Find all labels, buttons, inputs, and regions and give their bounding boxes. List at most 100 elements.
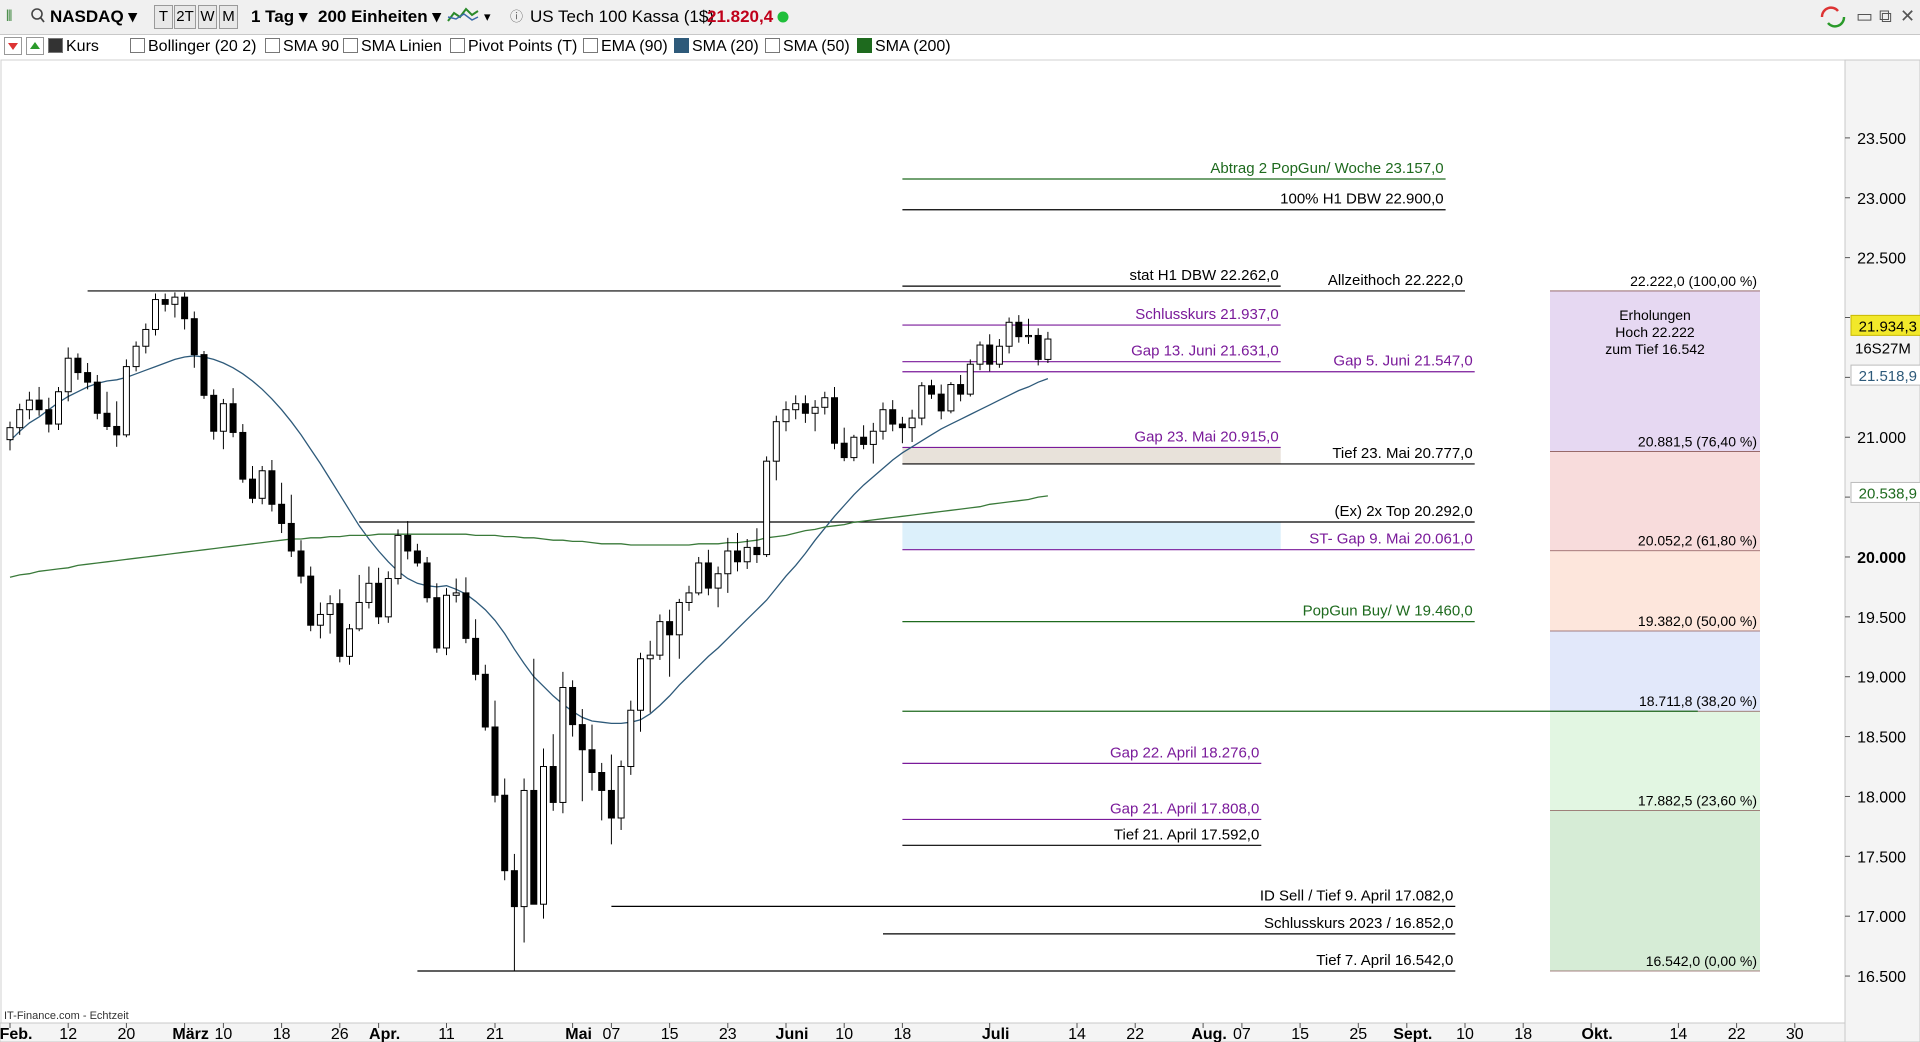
candle-body	[355, 601, 363, 630]
candle-body	[45, 409, 53, 425]
x-tick-label: Okt.	[1582, 1026, 1613, 1042]
candle-body	[656, 621, 664, 656]
candle-body	[763, 460, 771, 556]
x-tick-label: Feb.	[0, 1026, 32, 1042]
candle-body	[627, 709, 635, 768]
y-tick-label: 19.000	[1857, 670, 1906, 687]
candle-body	[365, 582, 373, 603]
fib-level-label: 20.052,2 (61,80 %)	[1638, 533, 1757, 549]
price-zone	[902, 522, 1281, 550]
candle-body	[743, 546, 751, 563]
candle-body	[25, 399, 33, 411]
y-tick-label: 20.000	[1857, 550, 1906, 567]
level-label: Gap 5. Juni 21.547,0	[1333, 353, 1472, 370]
candle-body	[549, 766, 557, 803]
candle-body	[268, 470, 276, 505]
candle-body	[181, 296, 189, 320]
candle-body	[316, 613, 324, 626]
candle-body	[1034, 334, 1042, 360]
x-tick-label: Aug.	[1191, 1026, 1227, 1042]
candle-body	[210, 394, 218, 432]
x-tick-label: 26	[331, 1026, 349, 1042]
candle-body	[617, 766, 625, 819]
x-tick-label: 18	[273, 1026, 291, 1042]
candle-body	[995, 345, 1003, 365]
level-label: Tief 23. Mai 20.777,0	[1332, 445, 1472, 462]
candle-body	[103, 412, 111, 427]
candle-body	[928, 385, 935, 395]
level-label: Gap 22. April 18.276,0	[1110, 744, 1259, 761]
x-tick-label: 18	[1514, 1026, 1532, 1042]
candle-body	[685, 592, 693, 603]
y-tick-label: 21.000	[1857, 430, 1906, 447]
candle-body	[142, 328, 150, 347]
candle-body	[84, 372, 92, 383]
candle-body	[957, 384, 965, 395]
level-label: Schlusskurs 21.937,0	[1135, 306, 1278, 323]
level-label: ST- Gap 9. Mai 20.061,0	[1309, 531, 1472, 548]
candle-body	[452, 592, 460, 596]
candle-body	[413, 550, 421, 564]
candle-body	[297, 550, 305, 577]
level-label: (Ex) 2x Top 20.292,0	[1335, 503, 1473, 520]
candle-body	[462, 592, 470, 639]
level-label: stat H1 DBW 22.262,0	[1129, 267, 1278, 284]
x-tick-label: 15	[661, 1026, 679, 1042]
fib-title: Hoch 22.222	[1615, 324, 1695, 340]
y-tick-label: 16.500	[1857, 969, 1906, 986]
price-zone	[902, 447, 1281, 464]
fib-band	[1550, 810, 1760, 972]
level-label: Allzeithoch 22.222,0	[1328, 272, 1463, 289]
y-tick-label: 22.500	[1857, 251, 1906, 268]
x-tick-label: 14	[1068, 1026, 1086, 1042]
candle-body	[443, 594, 450, 649]
candle-body	[598, 772, 606, 791]
x-tick-label: 15	[1291, 1026, 1309, 1042]
candle-body	[840, 442, 848, 459]
candle-body	[287, 522, 295, 552]
candle-body	[801, 403, 809, 414]
x-tick-label: 07	[603, 1026, 621, 1042]
candle-body	[724, 550, 732, 575]
candle-body	[976, 344, 984, 365]
level-label: PopGun Buy/ W 19.460,0	[1303, 603, 1473, 620]
fib-level-label: 20.881,5 (76,40 %)	[1638, 433, 1757, 449]
x-tick-label: 22	[1728, 1026, 1746, 1042]
candle-body	[908, 417, 916, 429]
candle-body	[734, 550, 741, 563]
x-tick-label: Mai	[565, 1026, 592, 1042]
candle-body	[811, 406, 819, 414]
candle-body	[637, 658, 644, 711]
candle-body	[588, 749, 596, 773]
candle-body	[607, 789, 615, 819]
candle-body	[132, 345, 140, 368]
candle-body	[481, 673, 489, 728]
y-tick-label: 18.500	[1857, 730, 1906, 747]
candle-body	[229, 403, 237, 433]
candle-body	[307, 575, 315, 626]
candle-body	[74, 357, 82, 374]
y-tick-label: 18.000	[1857, 789, 1906, 806]
fib-level-label: 22.222,0 (100,00 %)	[1630, 273, 1757, 289]
candle-body	[491, 726, 499, 796]
candle-body	[472, 637, 480, 675]
x-tick-label: 23	[719, 1026, 737, 1042]
y-tick-label: 17.500	[1857, 849, 1906, 866]
level-label: Tief 21. April 17.592,0	[1114, 826, 1259, 843]
candle-body	[889, 409, 897, 425]
y-tick-label: 23.000	[1857, 191, 1906, 208]
y-tick-label: 19.500	[1857, 610, 1906, 627]
candle-body	[1044, 338, 1052, 360]
x-tick-label: Sept.	[1393, 1026, 1432, 1042]
fib-level-label: 18.711,8 (38,20 %)	[1639, 693, 1757, 709]
candle-body	[1005, 321, 1013, 347]
candle-body	[171, 296, 179, 305]
level-label: Tief 7. April 16.542,0	[1316, 952, 1453, 969]
candle-body	[278, 503, 286, 524]
candle-body	[569, 686, 577, 726]
candle-body	[879, 409, 887, 432]
candle-body	[578, 724, 586, 751]
x-tick-label: 25	[1349, 1026, 1367, 1042]
candle-body	[821, 397, 829, 408]
level-label: ID Sell / Tief 9. April 17.082,0	[1260, 887, 1453, 904]
